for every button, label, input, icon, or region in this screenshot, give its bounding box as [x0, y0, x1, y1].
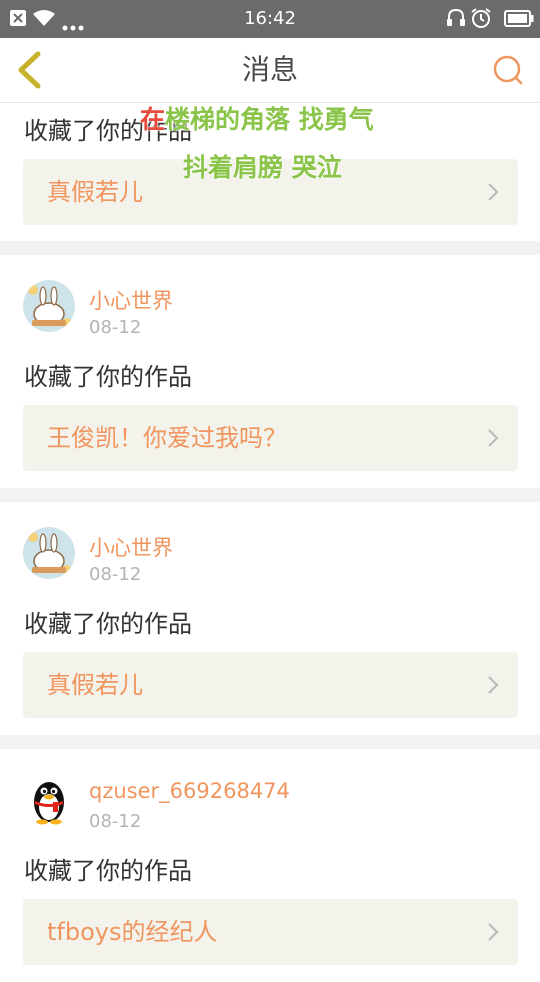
work-link[interactable]: 王俊凯！你爱过我吗？ [23, 405, 518, 471]
avatar[interactable] [23, 280, 75, 332]
username[interactable]: qzuser_669268474 [89, 779, 290, 803]
chevron-right-icon [488, 183, 499, 201]
cartoon-avatar-icon [23, 280, 75, 332]
timestamp: 08-12 [89, 564, 142, 585]
notification-item: 小心世界 08-12 收藏了你的作品 王俊凯！你爱过我吗？ [0, 255, 540, 488]
cartoon-avatar-icon [23, 527, 75, 579]
work-link[interactable]: tfboys的经纪人 [23, 899, 518, 965]
notification-action: 收藏了你的作品 [24, 610, 192, 638]
page-title: 消息 [241, 53, 298, 86]
search-icon [493, 55, 523, 85]
timestamp: 08-12 [89, 811, 142, 832]
lyric-highlight: 在 [140, 105, 166, 134]
work-title: 真假若儿 [47, 671, 143, 699]
work-title: tfboys的经纪人 [47, 918, 218, 946]
work-title: 真假若儿 [47, 178, 143, 206]
chevron-right-icon [488, 676, 499, 694]
divider [0, 241, 540, 255]
username[interactable]: 小心世界 [89, 532, 173, 562]
avatar[interactable] [23, 527, 75, 579]
chevron-right-icon [488, 923, 499, 941]
header: 消息 [0, 38, 540, 103]
work-link[interactable]: 真假若儿 [23, 652, 518, 718]
alarm-icon [470, 7, 492, 33]
lyric-line-1: 在楼梯的角落 找勇气 [140, 100, 374, 136]
battery-icon [504, 10, 534, 31]
username[interactable]: 小心世界 [89, 285, 173, 315]
notification-action: 收藏了你的作品 [24, 857, 192, 885]
penguin-avatar-icon [34, 782, 64, 825]
avatar[interactable] [23, 774, 75, 826]
lyric-text: 楼梯的角落 找勇气 [165, 105, 374, 134]
notification-item: qzuser_669268474 08-12 收藏了你的作品 tfboys的经纪… [0, 749, 540, 982]
divider [0, 488, 540, 502]
notification-list: 收藏了你的作品 真假若儿 小心世界 08-12 收藏了你的作品 王俊凯！你爱过我… [0, 103, 540, 982]
divider [0, 735, 540, 749]
search-button[interactable] [490, 52, 526, 88]
work-title: 王俊凯！你爱过我吗？ [47, 424, 287, 452]
notification-action: 收藏了你的作品 [24, 363, 192, 391]
chevron-right-icon [488, 429, 499, 447]
notification-item: 小心世界 08-12 收藏了你的作品 真假若儿 [0, 502, 540, 735]
timestamp: 08-12 [89, 317, 142, 338]
headset-icon [446, 8, 466, 32]
lyric-line-2: 抖着肩膀 哭泣 [183, 153, 342, 182]
status-bar: 16:42 [0, 0, 540, 38]
